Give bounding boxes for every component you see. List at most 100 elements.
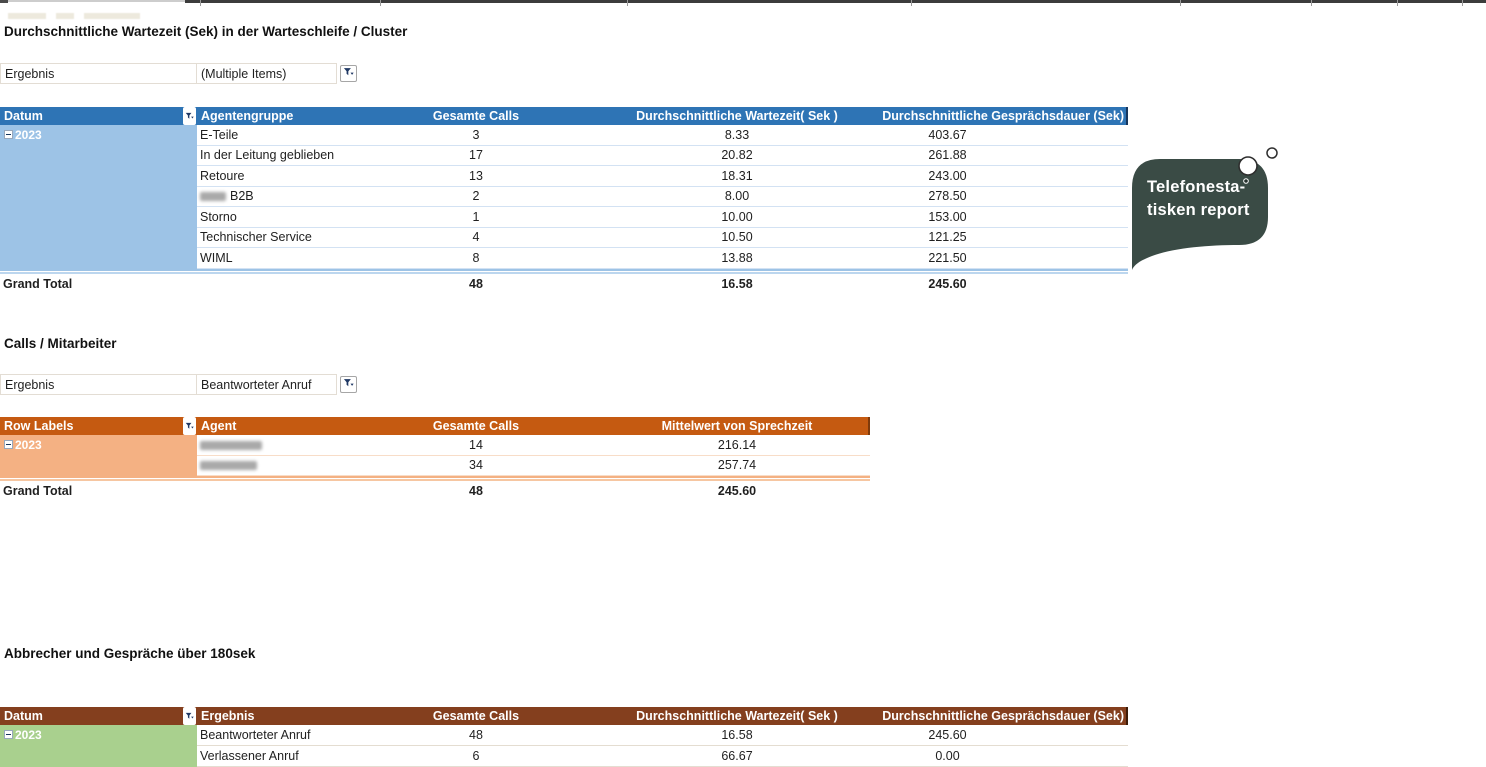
- minus-icon: [6, 734, 11, 735]
- grand-total-duration: 245.60: [912, 277, 1128, 291]
- redacted-agent-name: [200, 461, 257, 470]
- row-label-cell-2023: 2023: [0, 435, 197, 476]
- cell-calls: 1: [390, 210, 562, 224]
- cell-calls: 4: [390, 230, 562, 244]
- cell-group: Storno: [197, 210, 390, 224]
- filter-field-label: Ergebnis: [0, 374, 197, 395]
- top-strip-segment: [0, 0, 8, 3]
- table-row: WIML 8 13.88 221.50: [197, 248, 1128, 269]
- header-agentengruppe: Agentengruppe: [201, 107, 293, 125]
- header-filter-button[interactable]: [183, 707, 196, 725]
- cell-calls: 48: [390, 728, 562, 742]
- annotation-bubble: Telefonesta- tisken report: [1128, 146, 1288, 281]
- table-header-row: Row Labels Agent Gesamte Calls Mittelwer…: [0, 417, 870, 435]
- cropped-cell-fragment: [56, 13, 74, 19]
- row-label-cell-2023: 2023: [0, 725, 197, 767]
- table-body: 2023 E-Teile 3 8.33 403.67 In der Leitun…: [0, 125, 1128, 294]
- cell-duration: 403.67: [912, 128, 1128, 142]
- cell-mean-talktime: 257.74: [562, 458, 870, 472]
- pivot-title-abbrecher: Abbrecher und Gespräche über 180sek: [4, 646, 255, 661]
- cell-duration: 278.50: [912, 189, 1128, 203]
- filter-field-label: Ergebnis: [0, 63, 197, 84]
- header-filter-button[interactable]: [183, 107, 196, 125]
- header-wartezeit: Durchschnittliche Wartezeit( Sek ): [562, 707, 912, 725]
- table-row: Beantworteter Anruf 48 16.58 245.60: [197, 725, 1128, 746]
- cell-agent: [197, 458, 390, 472]
- header-ergebnis: Ergebnis: [201, 707, 255, 725]
- cell-group: E-Teile: [197, 128, 390, 142]
- table-row: 34 257.74: [197, 456, 870, 477]
- table-row: Technischer Service 4 10.50 121.25: [197, 228, 1128, 249]
- top-strip-segment: [8, 0, 185, 2]
- header-row-labels: Row Labels: [4, 417, 73, 435]
- filter-funnel-icon: [343, 66, 354, 81]
- gridline-tick: [200, 0, 201, 6]
- cell-agent: [197, 438, 390, 452]
- table-row: Verlassener Anruf 6 66.67 0.00: [197, 746, 1128, 767]
- grand-total-calls: 48: [390, 484, 562, 498]
- cell-wait: 20.82: [562, 148, 912, 162]
- grand-total-mean: 245.60: [562, 484, 870, 498]
- cell-calls: 3: [390, 128, 562, 142]
- cell-wait: 8.00: [562, 189, 912, 203]
- table-body: 2023 Beantworteter Anruf 48 16.58 245.60…: [0, 725, 1128, 767]
- filter-funnel-icon: [343, 377, 354, 392]
- cell-wait: 13.88: [562, 251, 912, 265]
- gridline-tick: [1397, 0, 1398, 6]
- cell-duration: 0.00: [912, 749, 1128, 763]
- cell-duration: 243.00: [912, 169, 1128, 183]
- spreadsheet-canvas: Durchschnittliche Wartezeit (Sek) in der…: [0, 0, 1486, 767]
- filter-dropdown-button[interactable]: [340, 65, 357, 82]
- cell-group: WIML: [197, 251, 390, 265]
- header-edge: [1126, 107, 1128, 125]
- decorative-circle-large: [1239, 157, 1257, 175]
- table-header-row: Datum Ergebnis Gesamte Calls Durchschnit…: [0, 707, 1128, 725]
- header-edge: [1126, 707, 1128, 725]
- pivot-title-wartezeit: Durchschnittliche Wartezeit (Sek) in der…: [4, 24, 407, 39]
- collapse-toggle[interactable]: [4, 730, 13, 739]
- cell-group: Retoure: [197, 169, 390, 183]
- cell-duration: 121.25: [912, 230, 1128, 244]
- header-wartezeit: Durchschnittliche Wartezeit( Sek ): [562, 107, 912, 125]
- grand-total-label: Grand Total: [0, 277, 197, 291]
- cell-group: In der Leitung geblieben: [197, 148, 390, 162]
- cell-mean-talktime: 216.14: [562, 438, 870, 452]
- cell-duration: 153.00: [912, 210, 1128, 224]
- grand-total-wait: 16.58: [562, 277, 912, 291]
- header-filter-button[interactable]: [183, 417, 196, 435]
- cell-calls: 13: [390, 169, 562, 183]
- header-datum: Datum: [4, 107, 43, 125]
- filter-dropdown-button[interactable]: [340, 376, 357, 393]
- cell-duration: 221.50: [912, 251, 1128, 265]
- collapse-toggle[interactable]: [4, 440, 13, 449]
- header-datum: Datum: [4, 707, 43, 725]
- minus-icon: [6, 444, 11, 445]
- bubble-text-line2: tisken report: [1147, 199, 1279, 222]
- grand-total-row: Grand Total 48 16.58 245.60: [0, 274, 1128, 295]
- bubble-text: Telefonesta- tisken report: [1147, 176, 1279, 221]
- filter-field-value: Beantworteter Anruf: [197, 374, 337, 395]
- cell-calls: 17: [390, 148, 562, 162]
- grand-total-row: Grand Total 48 245.60: [0, 481, 870, 502]
- header-agent: Agent: [201, 417, 236, 435]
- year-label: 2023: [15, 438, 42, 452]
- gridline-tick: [380, 0, 381, 6]
- grand-total-calls: 48: [390, 277, 562, 291]
- row-label-cell-2023: 2023: [0, 125, 197, 269]
- cell-calls: 34: [390, 458, 562, 472]
- collapse-toggle[interactable]: [4, 130, 13, 139]
- pivot-table-wartezeit: Datum Agentengruppe Gesamte Calls Durchs…: [0, 107, 1128, 294]
- table-row: Retoure 13 18.31 243.00: [197, 166, 1128, 187]
- cell-group: Technischer Service: [197, 230, 390, 244]
- gridline-tick: [627, 0, 628, 6]
- cell-calls: 2: [390, 189, 562, 203]
- header-mittelwert-sprechzeit: Mittelwert von Sprechzeit: [604, 417, 870, 435]
- table-row: Storno 1 10.00 153.00: [197, 207, 1128, 228]
- cell-duration: 245.60: [912, 728, 1128, 742]
- gridline-tick: [1180, 0, 1181, 6]
- header-gesamte-calls: Gesamte Calls: [390, 107, 562, 125]
- cell-wait: 10.50: [562, 230, 912, 244]
- cell-wait: 10.00: [562, 210, 912, 224]
- cell-wait: 16.58: [562, 728, 912, 742]
- pivot-table-mitarbeiter: Row Labels Agent Gesamte Calls Mittelwer…: [0, 417, 870, 502]
